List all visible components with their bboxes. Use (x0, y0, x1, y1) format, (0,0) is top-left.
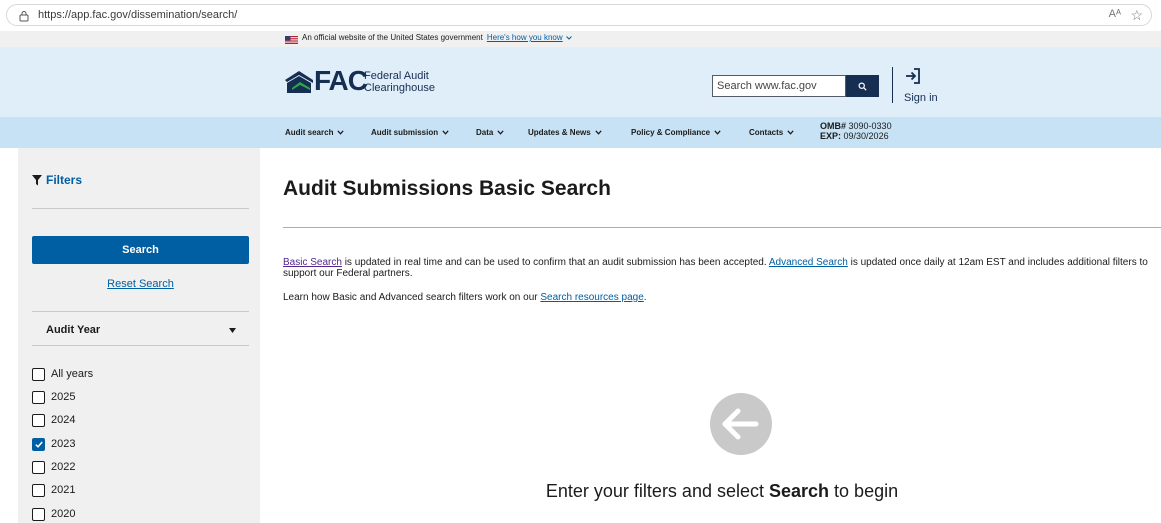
year-option-2020[interactable]: 2020 (32, 505, 75, 523)
year-option-2022[interactable]: 2022 (32, 458, 75, 476)
us-flag-icon (285, 36, 298, 44)
lock-icon (19, 11, 29, 22)
year-option-2023[interactable]: 2023 (32, 435, 75, 453)
divider (32, 208, 249, 209)
gov-banner-text: An official website of the United States… (302, 33, 572, 42)
chevron-down-icon (497, 130, 504, 135)
omb-value: 3090-0330 (848, 121, 892, 131)
checkbox[interactable] (32, 413, 45, 427)
checkbox[interactable] (32, 367, 45, 381)
intro-paragraph: Basic Search is updated in real time and… (283, 257, 1155, 279)
search-icon (858, 82, 867, 91)
nav-audit-submission[interactable]: Audit submission (371, 128, 449, 137)
year-option-2025[interactable]: 2025 (32, 388, 75, 406)
nav-audit-search[interactable]: Audit search (285, 128, 345, 137)
omb-number: OMB# 3090-0330 (820, 121, 892, 131)
caret-down-icon (229, 328, 236, 333)
audit-year-label: Audit Year (46, 324, 101, 336)
browser-bar: https://app.fac.gov/dissemination/search… (0, 0, 1161, 32)
chevron-down-icon (714, 130, 721, 135)
year-option-label: All years (51, 368, 94, 380)
nav-data[interactable]: Data (476, 128, 504, 137)
search-button[interactable]: Search (32, 236, 249, 264)
chevron-down-icon (565, 36, 572, 40)
address-bar[interactable]: https://app.fac.gov/dissemination/search… (6, 4, 1152, 26)
audit-year-accordion[interactable]: Audit Year (32, 313, 249, 346)
nav-policy-compliance-label: Policy & Compliance (631, 128, 711, 137)
checkbox[interactable] (32, 483, 45, 497)
exp-value: 09/30/2026 (843, 131, 889, 141)
chevron-down-icon (337, 130, 345, 135)
learn-paragraph: Learn how Basic and Advanced search filt… (283, 292, 647, 303)
logo-subtitle-line2: Clearinghouse (364, 82, 435, 94)
favorite-star-icon[interactable]: ☆ (1130, 7, 1143, 24)
empty-state-text: Enter your filters and select (545, 481, 769, 501)
chevron-down-icon (442, 130, 449, 135)
filter-icon (32, 174, 42, 185)
year-option-label: 2022 (51, 461, 76, 473)
nav-contacts-label: Contacts (749, 128, 784, 137)
nav-data-label: Data (476, 128, 494, 137)
checkbox[interactable] (32, 460, 45, 474)
chevron-down-icon (595, 130, 602, 135)
gov-banner-statement: An official website of the United States… (302, 33, 483, 42)
logo-subtitle-line1: Federal Audit (364, 70, 429, 82)
year-option-all[interactable]: All years (32, 365, 93, 383)
year-option-label: 2021 (51, 484, 76, 496)
year-option-2024[interactable]: 2024 (32, 411, 75, 429)
search-resources-link[interactable]: Search resources page (540, 292, 643, 303)
fac-logo-icon[interactable] (284, 70, 318, 94)
omb-label: OMB# (820, 121, 847, 131)
site-search-button[interactable] (846, 75, 879, 97)
divider (32, 311, 249, 312)
logo-text[interactable]: FAC (314, 66, 368, 96)
empty-state-message: Enter your filters and select Search to … (283, 481, 1161, 502)
site-search-input[interactable] (713, 76, 849, 96)
header-divider (892, 67, 893, 103)
filters-sidebar: Filters Search Reset Search Audit Year A… (18, 148, 260, 523)
url-text[interactable]: https://app.fac.gov/dissemination/search… (38, 9, 237, 21)
nav-policy-compliance[interactable]: Policy & Compliance (631, 128, 721, 137)
chevron-down-icon (787, 130, 794, 135)
nav-audit-search-label: Audit search (285, 128, 334, 137)
year-option-label: 2020 (51, 508, 76, 520)
checkbox-checked[interactable] (32, 437, 45, 451)
page-title: Audit Submissions Basic Search (283, 177, 611, 200)
nav-updates-news-label: Updates & News (528, 128, 591, 137)
learn-end: . (643, 292, 647, 303)
divider (283, 227, 1161, 228)
filters-title: Filters (32, 173, 82, 187)
nav-audit-submission-label: Audit submission (371, 128, 439, 137)
sign-in-icon[interactable] (904, 67, 922, 85)
nav-updates-news[interactable]: Updates & News (528, 128, 602, 137)
year-option-label: 2024 (51, 414, 76, 426)
empty-state-bold: Search (769, 481, 830, 501)
reset-search-link[interactable]: Reset Search (32, 278, 249, 290)
checkbox[interactable] (32, 390, 45, 404)
nav-contacts[interactable]: Contacts (749, 128, 794, 137)
empty-state-text-end: to begin (829, 481, 899, 501)
main-nav: Audit search Audit submission Data Updat… (0, 117, 1161, 148)
exp-label: EXP: (820, 131, 842, 141)
learn-text: Learn how Basic and Advanced search filt… (283, 292, 541, 303)
omb-info: OMB# 3090-0330 EXP: 09/30/2026 (820, 121, 892, 141)
read-aloud-icon[interactable]: Aᴬ (1109, 8, 1121, 20)
site-search-field[interactable] (712, 75, 849, 97)
how-you-know-link[interactable]: Here's how you know (487, 33, 563, 42)
sign-in-link[interactable]: Sign in (904, 92, 938, 104)
site-header: FAC Federal Audit Clearinghouse Sign in (0, 47, 1161, 117)
year-option-label: 2023 (51, 438, 76, 450)
year-option-label: 2025 (51, 391, 76, 403)
intro-text-1: is updated in real time and can be used … (341, 257, 769, 268)
arrow-left-circle-icon (710, 393, 772, 455)
basic-search-link[interactable]: Basic Search (283, 257, 342, 268)
gov-banner: An official website of the United States… (0, 31, 1161, 47)
checkbox[interactable] (32, 507, 45, 521)
filters-title-label: Filters (46, 173, 83, 187)
check-icon (34, 441, 43, 448)
logo-subtitle: Federal Audit Clearinghouse (364, 70, 435, 94)
advanced-search-link[interactable]: Advanced Search (769, 257, 848, 268)
omb-expiration: EXP: 09/30/2026 (820, 131, 892, 141)
year-option-2021[interactable]: 2021 (32, 481, 75, 499)
